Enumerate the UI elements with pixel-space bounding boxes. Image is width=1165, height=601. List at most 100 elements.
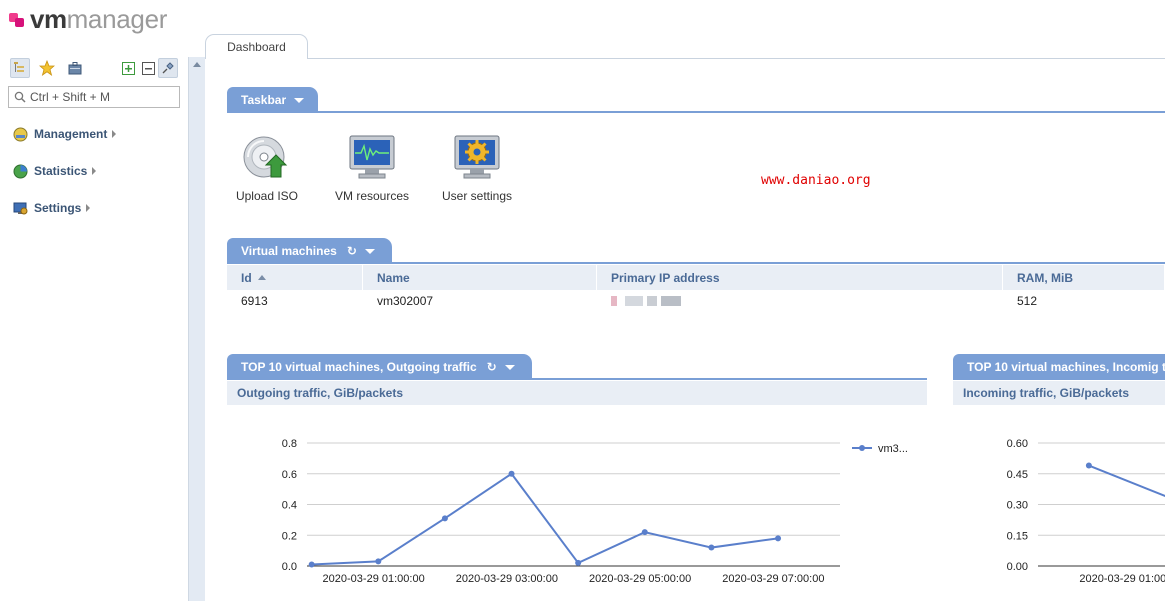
column-header-ram[interactable]: RAM, MiB <box>1003 265 1165 290</box>
column-header-name[interactable]: Name <box>363 265 597 290</box>
tab-dashboard[interactable]: Dashboard <box>205 34 308 59</box>
cell-id: 6913 <box>241 294 268 308</box>
taskbar-item-upload-iso[interactable]: Upload ISO <box>222 133 312 203</box>
tab-strip <box>205 58 1165 59</box>
disc-icon <box>242 133 292 183</box>
taskbar-item-label: VM resources <box>334 189 410 203</box>
refresh-icon[interactable]: ↻ <box>487 361 497 373</box>
cell-name: vm302007 <box>377 294 434 308</box>
dropdown-arrow-icon[interactable] <box>504 364 515 370</box>
y-tick-label: 0.2 <box>282 530 297 542</box>
data-point <box>508 470 515 477</box>
vms-panel-header: Virtual machines ↻ <box>227 238 1165 264</box>
sidebar-item-label: Management <box>34 127 108 141</box>
expand-all-icon[interactable] <box>118 58 138 78</box>
y-tick-label: 0.6 <box>282 469 297 481</box>
legend-swatch-point <box>859 445 865 451</box>
data-point <box>1085 462 1092 469</box>
y-tick-label: 0.30 <box>1007 500 1028 512</box>
taskbar-item-vm-resources[interactable]: VM resources <box>327 133 417 203</box>
data-point <box>775 535 782 542</box>
sidebar-item-label: Settings <box>34 201 82 215</box>
sidebar-item-statistics[interactable]: Statistics <box>12 161 97 181</box>
data-point <box>441 515 448 522</box>
taskbar-item-label: User settings <box>441 189 513 203</box>
sidebar-search[interactable] <box>8 86 180 108</box>
y-tick-label: 0.0 <box>282 561 297 573</box>
redacted-ip-block <box>661 296 681 306</box>
outgoing-panel-header: TOP 10 virtual machines, Outgoing traffi… <box>227 354 927 380</box>
series-line <box>1088 464 1165 497</box>
redacted-ip-block <box>611 296 617 306</box>
legend-label: vm3... <box>878 443 908 455</box>
settings-icon <box>12 200 28 216</box>
taskbar-item-label: Upload ISO <box>235 189 299 203</box>
taskbar-title[interactable]: Taskbar <box>227 87 318 113</box>
monitor-icon <box>347 133 397 183</box>
column-header-ip[interactable]: Primary IP address <box>597 265 1003 290</box>
taskbar-panel-header: Taskbar <box>227 87 1165 113</box>
search-icon <box>14 91 26 103</box>
management-icon <box>12 126 28 142</box>
incoming-subtitle: Incoming traffic, GiB/packets <box>953 381 1165 405</box>
taskbar-item-user-settings[interactable]: User settings <box>432 133 522 203</box>
gear-monitor-icon <box>452 133 502 183</box>
redacted-ip-block <box>647 296 657 306</box>
collapse-all-icon[interactable] <box>138 58 158 78</box>
cell-ram: 512 <box>1017 294 1038 308</box>
data-point <box>575 559 582 566</box>
cell-ip <box>597 290 1003 312</box>
data-point <box>308 561 315 568</box>
incoming-title[interactable]: TOP 10 virtual machines, Incomig traffic <box>953 354 1165 380</box>
x-tick-label: 2020-03-29 05:00:00 <box>589 573 691 585</box>
data-point <box>375 558 382 565</box>
x-tick-label: 2020-03-29 01:00:00 <box>1079 573 1165 585</box>
tree-view-icon[interactable] <box>10 58 30 78</box>
dropdown-arrow-icon[interactable] <box>364 248 375 254</box>
chevron-right-icon <box>112 130 117 138</box>
data-point <box>708 544 715 551</box>
y-tick-label: 0.60 <box>1007 438 1028 450</box>
search-input[interactable] <box>30 90 170 104</box>
y-tick-label: 0.15 <box>1007 530 1028 542</box>
refresh-icon[interactable]: ↻ <box>347 245 357 257</box>
statistics-icon <box>12 163 28 179</box>
chevron-right-icon <box>92 167 97 175</box>
y-tick-label: 0.00 <box>1007 561 1028 573</box>
x-tick-label: 2020-03-29 01:00:00 <box>323 573 425 585</box>
sidebar-toolbar <box>10 58 180 78</box>
outgoing-subtitle: Outgoing traffic, GiB/packets <box>227 381 927 405</box>
incoming-panel-header: TOP 10 virtual machines, Incomig traffic <box>953 354 1165 380</box>
series-line <box>311 472 779 566</box>
data-point <box>641 529 648 536</box>
y-tick-label: 0.8 <box>282 438 297 450</box>
logo-text-vm: vm <box>30 3 67 34</box>
logo-text-manager: manager <box>66 3 168 34</box>
watermark-text: www.daniao.org <box>761 173 871 188</box>
vms-table-header: Id Name Primary IP address RAM, MiB <box>227 265 1165 290</box>
vms-title[interactable]: Virtual machines ↻ <box>227 238 392 264</box>
x-tick-label: 2020-03-29 03:00:00 <box>456 573 558 585</box>
sort-ascending-icon <box>257 275 266 280</box>
logo-mark-icon <box>8 9 28 29</box>
x-tick-label: 2020-03-29 07:00:00 <box>722 573 824 585</box>
y-tick-label: 0.4 <box>282 500 297 512</box>
briefcase-icon[interactable] <box>65 58 85 78</box>
y-tick-label: 0.45 <box>1007 469 1028 481</box>
collapse-up-icon[interactable] <box>193 62 201 67</box>
pin-icon[interactable] <box>158 58 178 78</box>
column-header-id[interactable]: Id <box>227 265 363 290</box>
sidebar-item-label: Statistics <box>34 164 88 178</box>
sidebar: vmmanager Management <box>0 0 188 601</box>
dropdown-arrow-icon[interactable] <box>294 97 305 103</box>
sidebar-item-management[interactable]: Management <box>12 124 117 144</box>
table-row[interactable]: 6913 vm302007 512 <box>227 290 1165 312</box>
sidebar-item-settings[interactable]: Settings <box>12 198 91 218</box>
favorites-star-icon[interactable] <box>37 58 57 78</box>
outgoing-title[interactable]: TOP 10 virtual machines, Outgoing traffi… <box>227 354 532 380</box>
chevron-right-icon <box>86 204 91 212</box>
redacted-ip-block <box>625 296 643 306</box>
vmmanager-logo[interactable]: vm manager <box>8 3 168 34</box>
sidebar-splitter[interactable] <box>188 57 205 601</box>
outgoing-traffic-chart: 0.0 0.2 0.4 0.6 0.8 2020-03-29 01:00:00 2020-0… <box>282 438 908 585</box>
